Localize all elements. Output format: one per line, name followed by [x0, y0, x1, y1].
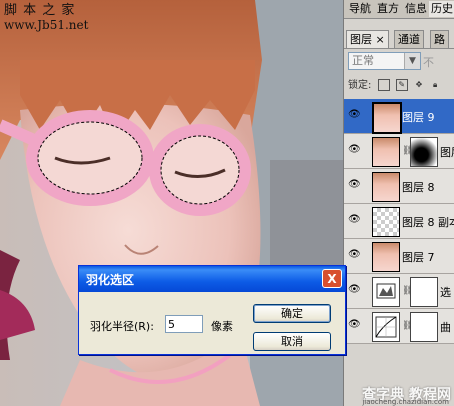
layer-row[interactable]: 👁︎ 图层 8 — [344, 169, 454, 204]
feather-radius-label: 羽化半径(R): — [90, 320, 154, 333]
close-icon[interactable]: × — [376, 33, 385, 46]
lock-transparency-icon[interactable] — [377, 79, 390, 91]
unit-label: 像素 — [211, 320, 233, 333]
layer-name: 图层 8 — [402, 181, 435, 194]
watermark-url: www.Jb51.net — [4, 18, 89, 32]
feather-selection-dialog: 羽化选区 X 羽化半径(R): 5 像素 确定 取消 — [78, 265, 346, 355]
lock-icon[interactable]: 🔒︎ — [430, 80, 440, 90]
layer-row[interactable]: 👁︎ ⛓︎ 图层 — [344, 134, 454, 169]
brush-icon[interactable]: ✎ — [395, 79, 408, 91]
layer-row[interactable]: 👁︎ 图层 8 副本 — [344, 204, 454, 239]
tab-paths[interactable]: 路 — [430, 30, 449, 48]
layers-panel: 导航 直方 信息 历史 图层 × 通道 路 正常 ▼ 不 锁定: ✎ ✥ 🔒︎ … — [343, 0, 454, 406]
dialog-title: 羽化选区 — [86, 273, 135, 287]
close-button[interactable]: X — [322, 269, 342, 288]
eye-icon[interactable]: 👁︎ — [348, 180, 361, 190]
ok-button[interactable]: 确定 — [253, 304, 331, 323]
panel-top-tabs: 导航 直方 信息 历史 — [344, 0, 454, 19]
layer-thumbnail — [372, 242, 400, 272]
lock-label: 锁定: — [348, 80, 372, 91]
panel-sub-tabs: 图层 × 通道 路 — [344, 30, 454, 49]
layer-mask-thumbnail[interactable] — [410, 312, 438, 342]
layer-row[interactable]: 👁︎ 图层 7 — [344, 239, 454, 274]
site-watermark: 脚 本 之 家 www.Jb51.net — [4, 3, 89, 33]
layer-name: 选 — [440, 286, 451, 299]
blend-mode-value: 正常 — [352, 54, 374, 67]
eye-icon[interactable]: 👁︎ — [348, 110, 361, 120]
tab-navigator[interactable]: 导航 — [347, 1, 373, 17]
eye-icon[interactable]: 👁︎ — [348, 250, 361, 260]
layer-row[interactable]: 👁︎ ⛓︎ 选 — [344, 274, 454, 309]
layer-mask-thumbnail[interactable] — [410, 277, 438, 307]
eye-icon[interactable]: 👁︎ — [348, 320, 361, 330]
tab-histogram[interactable]: 直方 — [375, 1, 401, 17]
cancel-button[interactable]: 取消 — [253, 332, 331, 351]
blend-row: 正常 ▼ 不 — [348, 52, 452, 70]
layer-mask-thumbnail[interactable] — [410, 137, 438, 167]
layer-name: 图层 8 副本 — [402, 216, 454, 229]
tab-history[interactable]: 历史 — [429, 1, 454, 17]
lock-row: 锁定: ✎ ✥ 🔒︎ — [348, 78, 453, 94]
layer-thumbnail — [372, 207, 400, 237]
layer-thumbnail — [372, 137, 400, 167]
tab-channels[interactable]: 通道 — [394, 30, 424, 48]
eye-icon[interactable]: 👁︎ — [348, 145, 361, 155]
layer-name: 图层 — [440, 146, 454, 159]
dialog-titlebar[interactable]: 羽化选区 X — [79, 266, 345, 292]
layer-name: 图层 7 — [402, 251, 435, 264]
opacity-label[interactable]: 不 — [423, 54, 434, 70]
chevron-down-icon: ▼ — [404, 53, 420, 69]
layer-row[interactable]: 👁︎ 图层 9 — [344, 99, 454, 134]
layer-thumbnail — [372, 172, 400, 202]
watermark-title: 脚 本 之 家 — [4, 3, 76, 18]
eye-icon[interactable]: 👁︎ — [348, 285, 361, 295]
tab-info[interactable]: 信息 — [403, 1, 429, 17]
tab-layers[interactable]: 图层 × — [346, 30, 389, 48]
tab-layers-label: 图层 — [350, 33, 372, 46]
blend-mode-select[interactable]: 正常 ▼ — [348, 52, 421, 70]
levels-adjustment-icon — [372, 277, 400, 307]
layer-name: 曲 — [440, 321, 451, 334]
eye-icon[interactable]: 👁︎ — [348, 215, 361, 225]
curves-adjustment-icon — [372, 312, 400, 342]
layer-thumbnail — [372, 102, 402, 134]
footer-watermark-url: jiaocheng.chazidian.com — [362, 398, 449, 406]
move-icon[interactable]: ✥ — [414, 80, 424, 90]
layer-row[interactable]: 👁︎ ⛓︎ 曲 — [344, 309, 454, 344]
feather-radius-input[interactable]: 5 — [165, 315, 203, 333]
layer-name: 图层 9 — [402, 111, 435, 124]
